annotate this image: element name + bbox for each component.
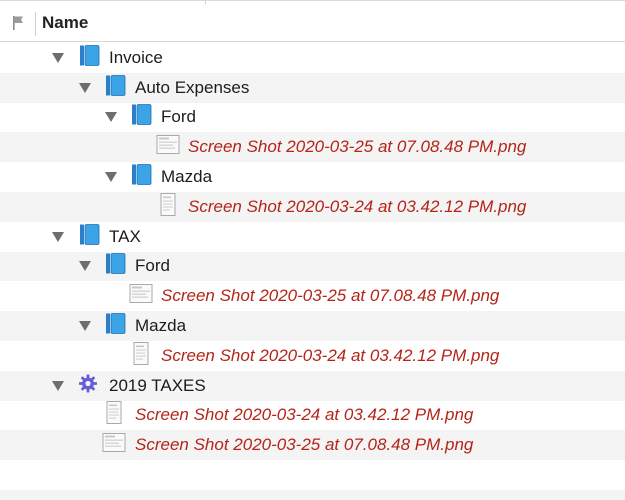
outline-row-tax[interactable]: TAX (0, 221, 625, 252)
file-name-label: Screen Shot 2020-03-25 at 07.08.48 PM.pn… (161, 286, 500, 306)
book-icon (130, 164, 152, 191)
disclosure-triangle-icon[interactable] (78, 82, 92, 94)
image-file-icon (101, 432, 127, 459)
row-label: Auto Expenses (135, 77, 250, 97)
disclosure-triangle-icon[interactable] (51, 231, 65, 243)
flag-icon (13, 15, 23, 30)
book-icon (78, 44, 100, 71)
image-file-icon (101, 401, 127, 430)
outline-row-2019-taxes[interactable]: 2019 TAXES (0, 370, 625, 401)
disclosure-triangle-icon[interactable] (78, 320, 92, 332)
book-icon (104, 313, 126, 340)
disclosure-triangle-icon[interactable] (78, 260, 92, 272)
flag-column-header[interactable] (0, 4, 36, 41)
file-name-label: Screen Shot 2020-03-25 at 07.08.48 PM.pn… (135, 435, 474, 455)
name-column-header[interactable]: Name (36, 13, 88, 33)
file-name-label: Screen Shot 2020-03-24 at 03.42.12 PM.pn… (188, 196, 527, 216)
disclosure-triangle-icon[interactable] (51, 380, 65, 392)
row-label: 2019 TAXES (109, 375, 206, 395)
file-name-label: Screen Shot 2020-03-25 at 07.08.48 PM.pn… (188, 137, 527, 157)
outline-row-file[interactable]: Screen Shot 2020-03-24 at 03.42.12 PM.pn… (0, 191, 625, 222)
outline-row-invoice[interactable]: Invoice (0, 43, 625, 73)
outline-row-file[interactable]: Screen Shot 2020-03-25 at 07.08.48 PM.pn… (0, 132, 625, 163)
row-label: Mazda (135, 316, 187, 336)
file-name-label: Screen Shot 2020-03-24 at 03.42.12 PM.pn… (161, 345, 500, 365)
empty-row (0, 489, 625, 500)
book-icon (130, 104, 152, 131)
disclosure-triangle-icon[interactable] (104, 171, 118, 183)
gear-icon (78, 373, 98, 398)
outline-row-file[interactable]: Screen Shot 2020-03-24 at 03.42.12 PM.pn… (0, 400, 625, 431)
outline-row-file[interactable]: Screen Shot 2020-03-25 at 07.08.48 PM.pn… (0, 430, 625, 461)
book-icon (104, 253, 126, 280)
empty-row (0, 460, 625, 490)
row-label: Ford (135, 256, 170, 276)
disclosure-triangle-icon[interactable] (104, 111, 118, 123)
image-file-icon (155, 134, 181, 161)
disclosure-triangle-icon[interactable] (51, 52, 65, 64)
image-file-icon (128, 341, 154, 370)
row-label: Invoice (109, 47, 163, 67)
outline-row-ford[interactable]: Ford (0, 251, 625, 282)
outline-row-file[interactable]: Screen Shot 2020-03-25 at 07.08.48 PM.pn… (0, 281, 625, 312)
image-file-icon (155, 192, 181, 221)
outline-list: Invoice Auto Expenses Ford Screen Shot 2… (0, 43, 625, 500)
row-label: Ford (161, 107, 196, 127)
book-icon (104, 74, 126, 101)
file-name-label: Screen Shot 2020-03-24 at 03.42.12 PM.pn… (135, 405, 474, 425)
image-file-icon (128, 283, 154, 310)
outline-row-mazda[interactable]: Mazda (0, 311, 625, 341)
outline-row-auto-expenses[interactable]: Auto Expenses (0, 72, 625, 103)
outline-row-mazda[interactable]: Mazda (0, 162, 625, 192)
row-label: Mazda (161, 167, 213, 187)
outline-row-file[interactable]: Screen Shot 2020-03-24 at 03.42.12 PM.pn… (0, 340, 625, 371)
row-label: TAX (109, 226, 141, 246)
book-icon (78, 223, 100, 250)
outline-row-ford[interactable]: Ford (0, 102, 625, 133)
column-header: Name (0, 4, 625, 42)
